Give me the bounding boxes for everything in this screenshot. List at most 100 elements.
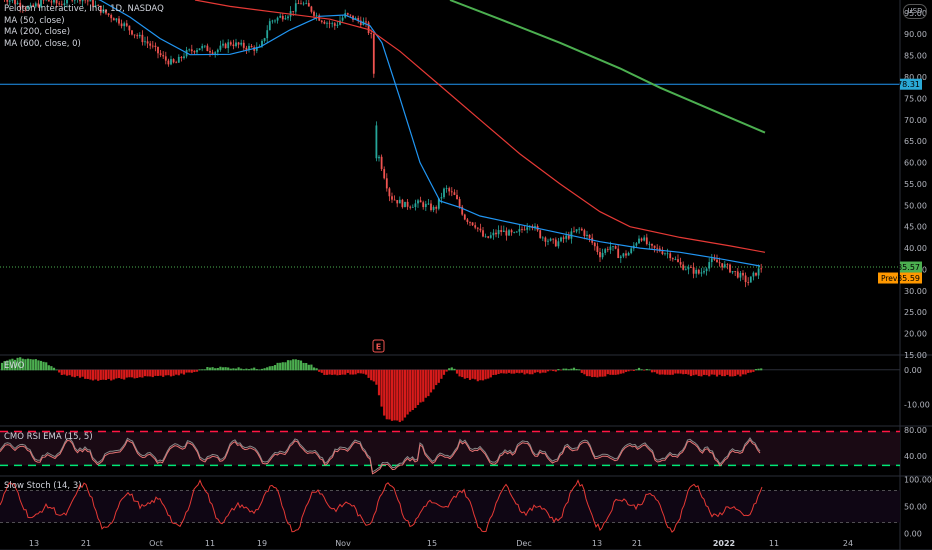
- candle-body: [71, 0, 74, 1]
- ewo-bar: [45, 362, 48, 371]
- ewo-bar: [271, 366, 274, 371]
- candle-body: [401, 199, 404, 208]
- candle-body: [640, 238, 643, 241]
- ewo-bar: [552, 369, 555, 372]
- stoch-label: Slow Stoch (14, 3): [4, 481, 82, 491]
- stoch-band: [0, 490, 900, 523]
- ewo-bar: [666, 369, 669, 375]
- ewo-bar: [190, 369, 193, 373]
- time-tick-label: 11: [205, 539, 215, 548]
- candle-body: [326, 22, 328, 24]
- legend: Peloton Interactive, Inc., 1D, NASDAQ MA…: [4, 4, 164, 50]
- ewo-bar: [502, 369, 505, 374]
- candle-body: [474, 225, 477, 228]
- candle-body: [708, 262, 711, 269]
- cmo-label: CMO RSI EMA (15, 5): [4, 432, 93, 442]
- ewo-bar: [588, 369, 591, 377]
- price-tick-label: 30.00: [904, 287, 927, 296]
- ewo-bar: [58, 369, 61, 373]
- ewo-bar: [120, 369, 123, 379]
- ewo-bar: [549, 369, 552, 371]
- candle-body: [580, 228, 583, 231]
- ewo-bar: [328, 369, 331, 375]
- candle-body: [245, 47, 248, 50]
- ewo-bar: [185, 369, 188, 373]
- ewo-bar: [344, 369, 347, 375]
- price-pane[interactable]: E: [0, 0, 900, 353]
- axes: 95.0090.0085.0080.0075.0070.0065.0060.00…: [29, 9, 932, 548]
- currency-button[interactable]: USD: [903, 4, 927, 19]
- ewo-bar: [437, 369, 440, 383]
- ewo-bar: [349, 369, 352, 375]
- ewo-bar: [260, 368, 264, 371]
- ewo-bar: [377, 369, 381, 396]
- price-tick-label: 55.00: [904, 180, 927, 189]
- ewo-bar: [250, 368, 253, 371]
- candle-body: [736, 271, 739, 278]
- candle-body: [469, 221, 471, 223]
- ewo-bar: [281, 362, 284, 371]
- stoch-pane[interactable]: [0, 479, 900, 533]
- ewo-bar: [263, 368, 266, 371]
- ewo-bar: [357, 369, 360, 374]
- ewo-bar: [323, 369, 326, 375]
- ewo-bar: [292, 359, 295, 371]
- ewo-bar: [253, 367, 256, 371]
- candle-body: [495, 232, 497, 235]
- candle-body: [341, 17, 344, 21]
- ewo-pane[interactable]: [0, 357, 900, 423]
- candle-body: [411, 206, 414, 208]
- candle-body: [175, 62, 178, 64]
- ewo-bar: [507, 369, 511, 373]
- grid: [0, 0, 932, 550]
- ewo-bar: [76, 369, 79, 377]
- ewo-bar: [146, 369, 149, 377]
- candle-body: [669, 253, 672, 259]
- ewo-bar: [143, 369, 147, 377]
- ewo-bar: [302, 362, 305, 371]
- ewo-bar: [138, 369, 141, 378]
- ewo-bar: [679, 369, 682, 374]
- ewo-bar: [401, 369, 404, 421]
- candle-body: [50, 1, 53, 3]
- ewo-bar: [318, 369, 321, 372]
- candle-body: [484, 236, 487, 238]
- ewo-bar: [406, 369, 409, 415]
- candle-body: [552, 238, 555, 240]
- candle-body: [445, 188, 448, 189]
- ewo-bar: [362, 369, 365, 374]
- ewo-bar: [403, 369, 407, 418]
- ewo-bar: [47, 365, 50, 371]
- ewo-bar: [221, 367, 225, 371]
- ewo-bar: [749, 369, 752, 373]
- ewo-bar: [429, 369, 433, 393]
- candle-body: [180, 56, 183, 59]
- candle-body: [393, 199, 396, 201]
- candle-body: [417, 200, 419, 204]
- ewo-bar: [65, 369, 69, 376]
- ewo-bar: [89, 369, 92, 380]
- price-tick-label: 25.00: [904, 308, 927, 317]
- ewo-bar: [442, 369, 446, 375]
- candle-body: [383, 169, 386, 179]
- candle-body: [292, 11, 295, 12]
- candle-body: [172, 59, 175, 63]
- ewo-bar: [559, 369, 563, 371]
- candle-body: [463, 214, 466, 220]
- ewo-bar: [578, 369, 581, 371]
- ewo-bar: [115, 369, 118, 379]
- price-tick-label: 50.00: [904, 201, 927, 210]
- candle-body: [211, 52, 214, 54]
- chart-canvas[interactable]: E 95.0090.0085.0080.0075.0070.0065.0060.…: [0, 0, 932, 550]
- ewo-bar: [305, 363, 308, 371]
- candle-body: [625, 253, 627, 256]
- candle-body: [333, 23, 336, 26]
- candle-body: [313, 11, 315, 16]
- candle-body: [372, 34, 375, 74]
- ewo-bar: [312, 367, 316, 371]
- candle-body: [66, 0, 68, 4]
- cmo-pane[interactable]: [0, 430, 900, 475]
- ewo-bar: [208, 367, 212, 371]
- candle-body: [440, 197, 443, 199]
- candle-body: [547, 240, 549, 242]
